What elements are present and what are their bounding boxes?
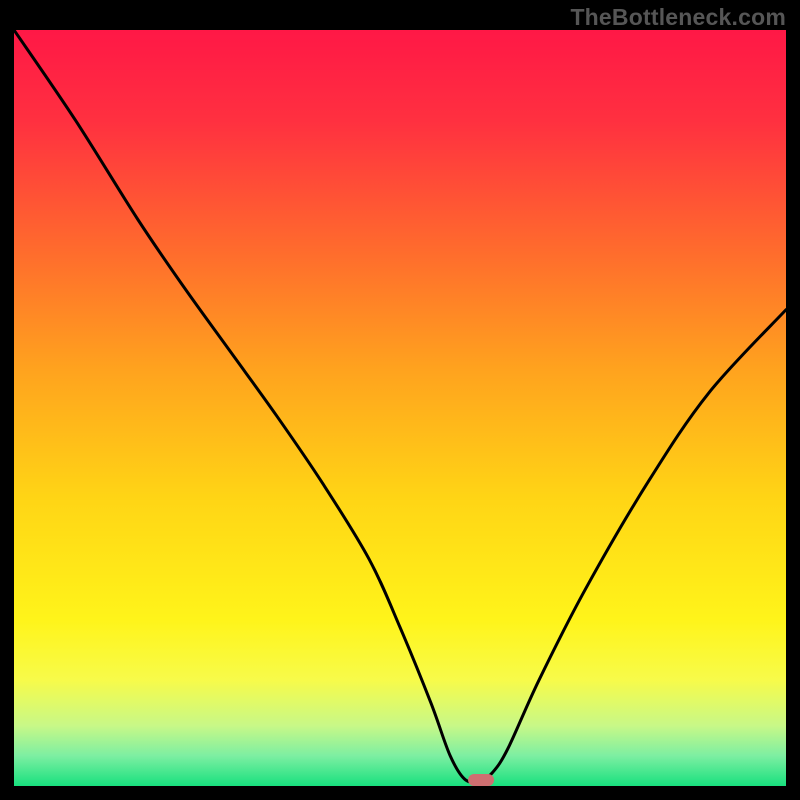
watermark-label: TheBottleneck.com bbox=[570, 4, 786, 31]
chart-frame: TheBottleneck.com bbox=[0, 0, 800, 800]
chart-plot-area bbox=[14, 30, 786, 786]
optimal-marker-icon bbox=[468, 774, 494, 786]
chart-svg bbox=[14, 30, 786, 786]
gradient-background bbox=[14, 30, 786, 786]
